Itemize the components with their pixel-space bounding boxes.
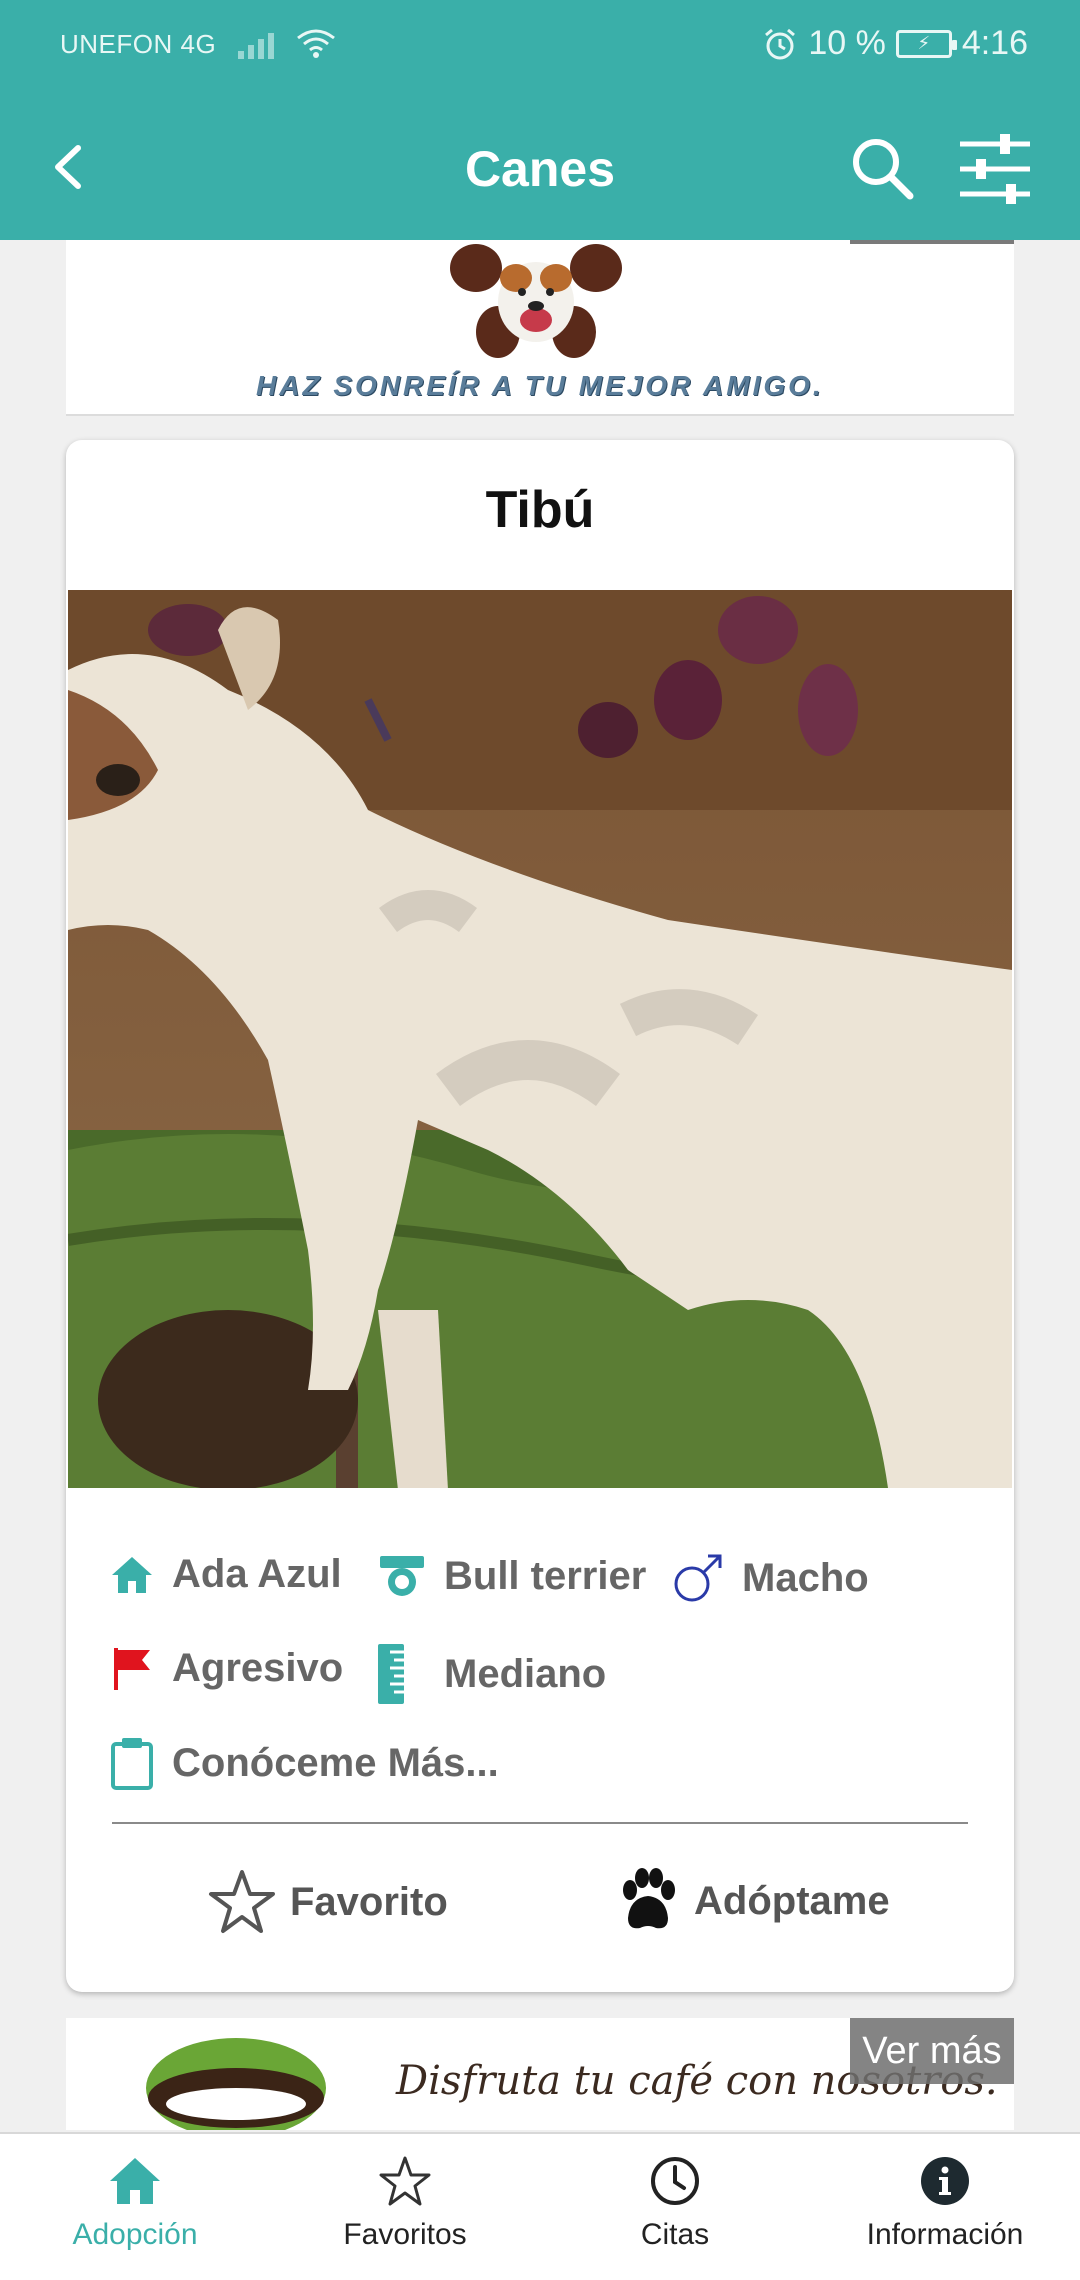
wifi-icon [297,29,336,58]
clock-time: 4:16 [961,24,1028,62]
nav-item-favorites[interactable]: Favoritos [270,2134,540,2280]
filter-button[interactable] [954,128,1036,210]
pet-name: Tibú [485,481,595,539]
male-symbol-icon [674,1554,722,1602]
bottom-navigation: Adopción Favoritos Citas Información [0,2132,1080,2280]
page-title: Canes [464,141,616,197]
attr-size: Mediano [372,1644,606,1704]
favorite-button[interactable]: Favorito [208,1868,448,1936]
search-button[interactable] [846,132,918,204]
info-icon [921,2157,969,2205]
star-icon [379,2156,431,2206]
battery-percent: 10 % [808,24,886,62]
top-ad-banner[interactable]: HAZ SONREÍR A TU MEJOR AMIGO. [66,240,1014,416]
pet-card: Tibú Ada Azul Bull terrier Macho Agresiv… [66,440,1014,1992]
see-more-button[interactable]: Ver más [850,2018,1014,2084]
nav-item-adoption[interactable]: Adopción [0,2134,270,2280]
ruler-icon [378,1644,404,1704]
nav-item-information[interactable]: Información [810,2134,1080,2280]
star-outline-icon [209,1870,275,1933]
attr-shelter: Ada Azul [110,1552,342,1597]
coffee-cup-logo [146,2038,326,2130]
more-info-link[interactable]: Conóceme Más... [110,1736,499,1790]
search-icon [853,139,914,200]
attr-breed: Bull terrier [378,1552,646,1600]
filter-sliders-icon [960,134,1030,204]
pet-photo[interactable] [68,590,1012,1488]
home-icon [110,2158,160,2204]
adopt-button[interactable]: Adóptame [616,1868,890,1934]
attr-temperament: Agresivo [110,1644,343,1692]
dog-logo [450,244,622,358]
carrier-label: UNEFON 4G [60,28,217,59]
clipboard-icon [111,1738,153,1790]
attr-sex: Macho [672,1552,869,1604]
banner-slogan: HAZ SONREÍR A TU MEJOR AMIGO. [256,370,824,401]
signal-icon [238,29,275,59]
app-bar: Canes [0,92,1080,240]
dog-tag-icon [380,1556,424,1596]
nav-item-appointments[interactable]: Citas [540,2134,810,2280]
home-icon [112,1556,152,1593]
divider [112,1822,968,1824]
red-flag-icon [114,1648,150,1690]
battery-icon: ⚡ [895,29,957,58]
paw-icon [623,1868,675,1929]
clock-icon [651,2157,699,2205]
status-bar: UNEFON 4G 10 % ⚡ 4:16 [0,0,1080,92]
alarm-icon [765,28,796,59]
